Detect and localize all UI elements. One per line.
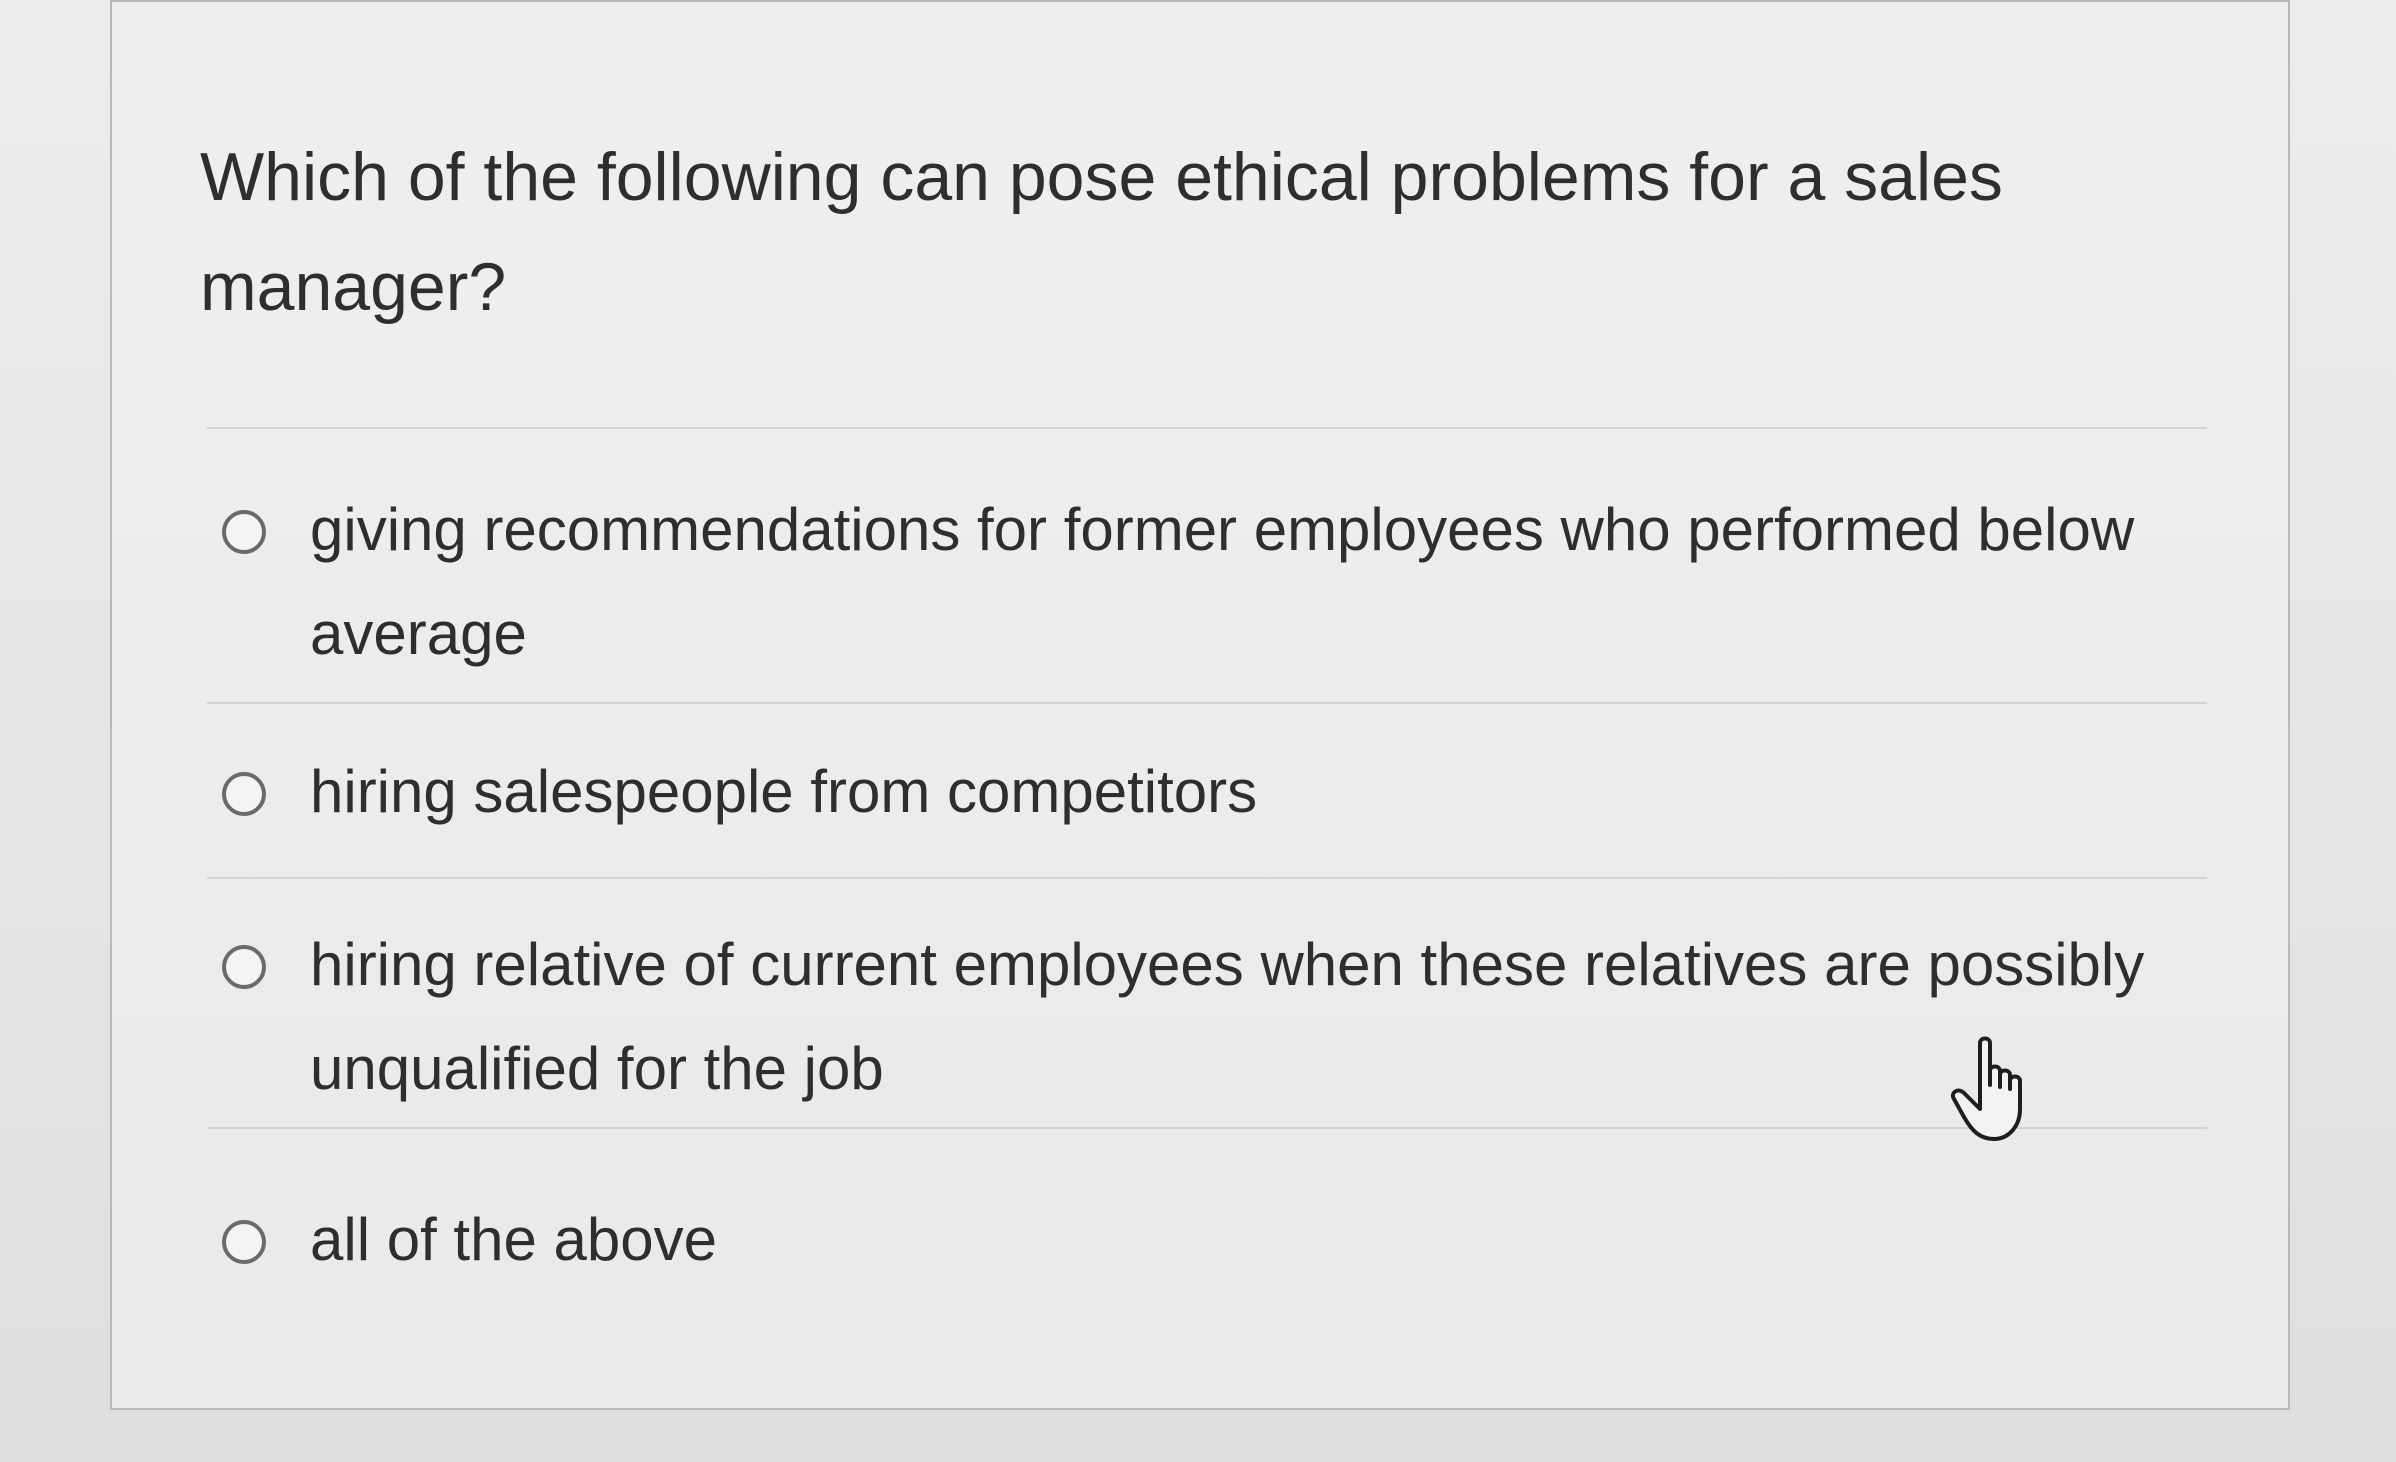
answer-option-4-label[interactable]: all of the above [310, 1188, 2210, 1292]
divider [207, 1127, 2207, 1129]
divider [207, 427, 2207, 429]
divider [207, 877, 2207, 879]
radio-button-3[interactable] [222, 945, 266, 989]
radio-button-1[interactable] [222, 510, 266, 554]
divider [207, 702, 2207, 704]
question-text: Which of the following can pose ethical … [200, 139, 2003, 325]
radio-button-4[interactable] [222, 1220, 266, 1264]
hand-pointer-icon [1950, 1035, 2040, 1145]
radio-button-2[interactable] [222, 772, 266, 816]
answer-option-1-label[interactable]: giving recommendations for former employ… [310, 478, 2210, 686]
answer-option-2-label[interactable]: hiring salespeople from competitors [310, 740, 2210, 844]
screen: Which of the following can pose ethical … [0, 0, 2396, 1462]
question-card: Which of the following can pose ethical … [110, 0, 2290, 1410]
answer-option-3-label[interactable]: hiring relative of current employees whe… [310, 913, 2210, 1121]
